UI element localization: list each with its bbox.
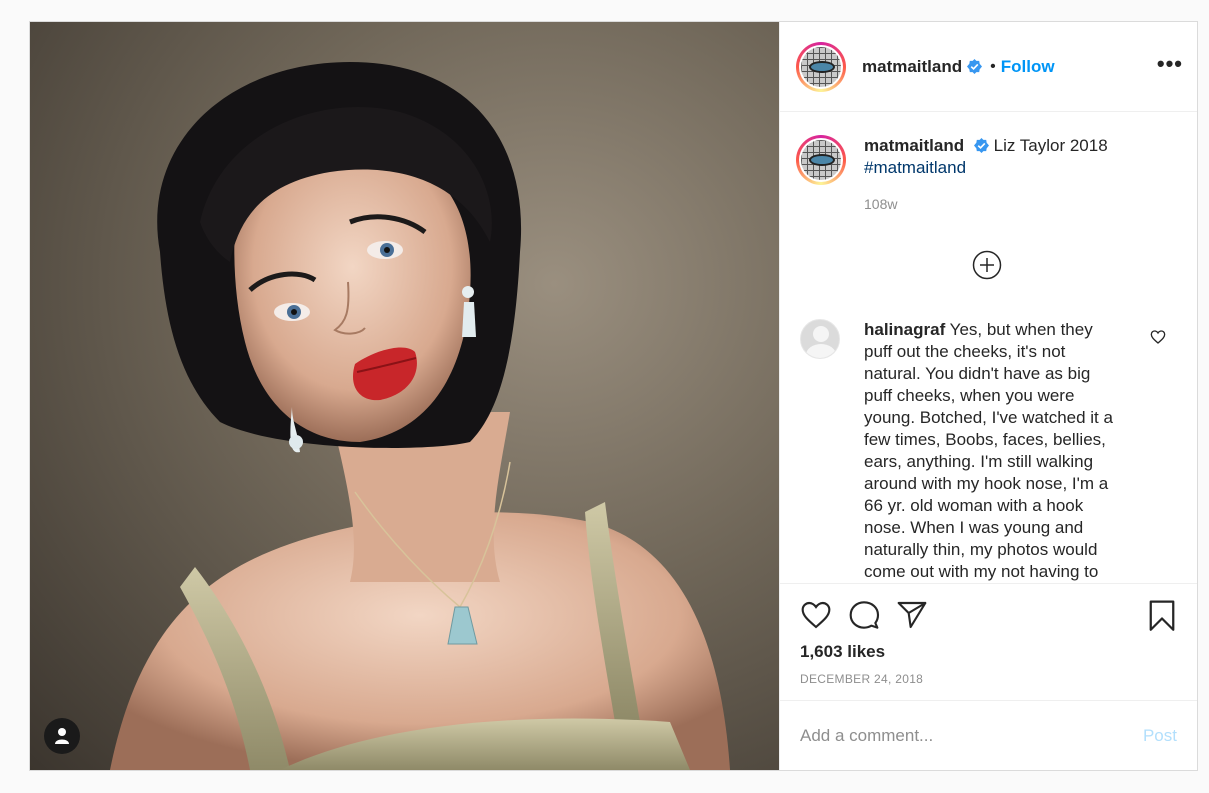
heart-icon[interactable] xyxy=(1150,329,1166,345)
caption-author-username[interactable]: matmaitland xyxy=(864,136,964,155)
post-caption: matmaitland Liz Taylor 2018 #matmaitland… xyxy=(796,135,1164,215)
paper-plane-icon[interactable] xyxy=(896,599,928,631)
comment-item: halinagraf Yes, but when they puff out t… xyxy=(800,319,1180,583)
commenter-avatar[interactable] xyxy=(800,319,840,359)
comments-section[interactable]: matmaitland Liz Taylor 2018 #matmaitland… xyxy=(780,113,1197,583)
post-header: matmaitland • Follow ••• xyxy=(780,22,1197,112)
post-actions: 1,603 likes DECEMBER 24, 2018 xyxy=(780,583,1197,699)
bookmark-icon[interactable] xyxy=(1147,599,1177,633)
add-comment-bar: Post xyxy=(780,700,1197,770)
author-avatar[interactable] xyxy=(796,41,846,92)
post-date[interactable]: DECEMBER 24, 2018 xyxy=(800,672,1177,686)
caption-timestamp[interactable]: 108w xyxy=(864,193,1164,215)
caption-author-avatar[interactable] xyxy=(796,135,846,185)
post-comment-button[interactable]: Post xyxy=(1143,726,1177,746)
comment-text: Yes, but when they puff out the cheeks, … xyxy=(864,320,1113,581)
separator-dot: • xyxy=(990,57,996,75)
likes-count[interactable]: 1,603 likes xyxy=(800,642,1177,662)
follow-button[interactable]: Follow xyxy=(1001,57,1055,77)
more-options-icon[interactable]: ••• xyxy=(1157,53,1183,75)
caption-text: Liz Taylor 2018 xyxy=(993,136,1108,155)
post-container: matmaitland • Follow ••• matmaitland Liz… xyxy=(29,21,1198,771)
commenter-username[interactable]: halinagraf xyxy=(864,320,945,339)
tagged-users-button[interactable] xyxy=(44,718,80,754)
post-sidebar: matmaitland • Follow ••• matmaitland Liz… xyxy=(779,22,1197,770)
verified-badge-icon xyxy=(967,59,983,74)
comment-icon[interactable] xyxy=(848,599,880,631)
post-image[interactable] xyxy=(30,22,779,770)
user-icon xyxy=(55,728,69,744)
heart-icon[interactable] xyxy=(800,599,832,631)
portrait-photo xyxy=(110,62,730,770)
plus-circle-icon[interactable] xyxy=(972,250,1002,280)
comment-input[interactable] xyxy=(800,725,1143,746)
author-username[interactable]: matmaitland xyxy=(862,57,962,77)
verified-badge-icon xyxy=(973,138,989,153)
caption-hashtag[interactable]: #matmaitland xyxy=(864,158,966,177)
